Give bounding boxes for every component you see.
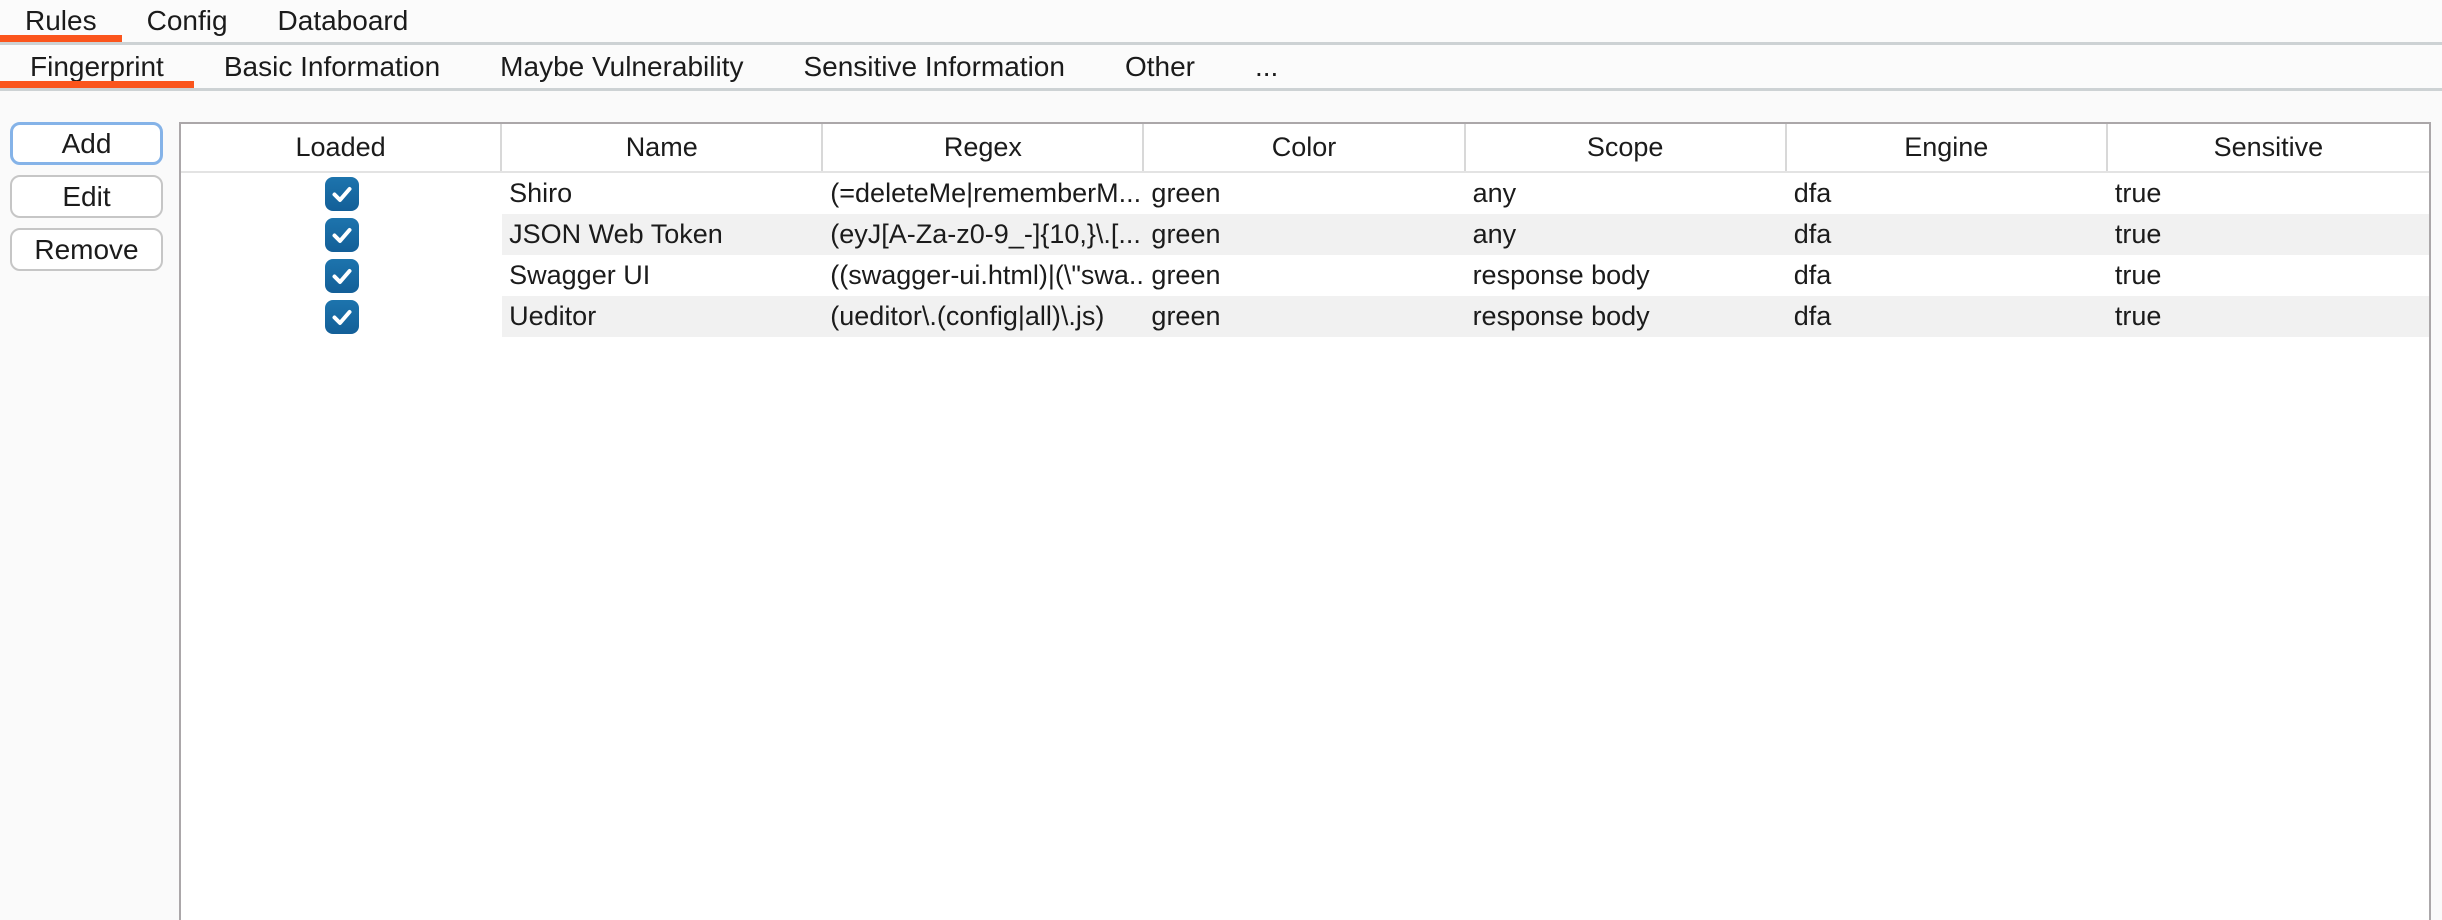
column-header-loaded[interactable]: Loaded (181, 124, 502, 171)
cell-loaded (181, 255, 502, 296)
tab-other[interactable]: Other (1095, 45, 1225, 88)
sub-tab-bar: Fingerprint Basic Information Maybe Vuln… (0, 45, 2442, 91)
cell-engine: dfa (1787, 214, 2108, 255)
column-header-label: Engine (1904, 132, 1988, 163)
cell-engine: dfa (1787, 173, 2108, 214)
column-header-label: Regex (944, 132, 1022, 163)
cell-name: Swagger UI (502, 255, 823, 296)
loaded-checkbox[interactable] (325, 259, 359, 293)
cell-loaded (181, 173, 502, 214)
table-header-row: Loaded Name Regex Color Scope Engine Sen… (181, 124, 2429, 173)
cell-color: green (1144, 214, 1465, 255)
column-header-color[interactable]: Color (1144, 124, 1465, 171)
content-area: Add Edit Remove Loaded Name Regex Color … (0, 91, 2442, 920)
checkmark-icon (330, 305, 354, 329)
column-header-label: Scope (1587, 132, 1664, 163)
loaded-checkbox[interactable] (325, 177, 359, 211)
tab-label: Sensitive Information (803, 53, 1064, 81)
checkmark-icon (330, 264, 354, 288)
action-panel: Add Edit Remove (0, 91, 179, 271)
tab-label: Config (147, 7, 228, 35)
cell-regex: (=deleteMe|rememberM... (823, 173, 1144, 214)
column-header-label: Loaded (296, 132, 386, 163)
cell-sensitive: true (2108, 255, 2429, 296)
tab-label: Basic Information (224, 53, 440, 81)
cell-engine: dfa (1787, 296, 2108, 337)
remove-button[interactable]: Remove (10, 228, 163, 271)
app-root: Rules Config Databoard Fingerprint Basic… (0, 0, 2442, 920)
column-header-scope[interactable]: Scope (1466, 124, 1787, 171)
table-row[interactable]: Ueditor (ueditor\.(config|all)\.js) gree… (181, 296, 2429, 337)
cell-regex: (ueditor\.(config|all)\.js) (823, 296, 1144, 337)
cell-sensitive: true (2108, 214, 2429, 255)
cell-engine: dfa (1787, 255, 2108, 296)
cell-scope: response body (1466, 296, 1787, 337)
tab-label: Other (1125, 53, 1195, 81)
rules-table: Loaded Name Regex Color Scope Engine Sen… (179, 122, 2431, 920)
tab-basic-information[interactable]: Basic Information (194, 45, 470, 88)
checkmark-icon (330, 182, 354, 206)
tab-label: ... (1255, 53, 1278, 81)
cell-sensitive: true (2108, 296, 2429, 337)
cell-regex: (eyJ[A-Za-z0-9_-]{10,}\.[... (823, 214, 1144, 255)
column-header-label: Color (1272, 132, 1337, 163)
table-row[interactable]: JSON Web Token (eyJ[A-Za-z0-9_-]{10,}\.[… (181, 214, 2429, 255)
cell-name: Ueditor (502, 296, 823, 337)
tab-label: Maybe Vulnerability (500, 53, 743, 81)
column-header-sensitive[interactable]: Sensitive (2108, 124, 2429, 171)
column-header-label: Sensitive (2214, 132, 2324, 163)
loaded-checkbox[interactable] (325, 300, 359, 334)
tab-label: Databoard (278, 7, 409, 35)
add-button[interactable]: Add (10, 122, 163, 165)
tab-fingerprint[interactable]: Fingerprint (0, 45, 194, 88)
loaded-checkbox[interactable] (325, 218, 359, 252)
cell-color: green (1144, 173, 1465, 214)
cell-scope: any (1466, 214, 1787, 255)
edit-button[interactable]: Edit (10, 175, 163, 218)
cell-regex: ((swagger-ui.html)|(\"swa... (823, 255, 1144, 296)
tab-rules[interactable]: Rules (0, 0, 122, 42)
column-header-engine[interactable]: Engine (1787, 124, 2108, 171)
table-body: Shiro (=deleteMe|rememberM... green any … (181, 173, 2429, 337)
column-header-regex[interactable]: Regex (823, 124, 1144, 171)
tab-label: Fingerprint (30, 53, 164, 81)
table-row[interactable]: Swagger UI ((swagger-ui.html)|(\"swa... … (181, 255, 2429, 296)
cell-color: green (1144, 255, 1465, 296)
cell-name: JSON Web Token (502, 214, 823, 255)
checkmark-icon (330, 223, 354, 247)
tab-sensitive-information[interactable]: Sensitive Information (773, 45, 1094, 88)
main-tab-bar: Rules Config Databoard (0, 0, 2442, 45)
table-row[interactable]: Shiro (=deleteMe|rememberM... green any … (181, 173, 2429, 214)
cell-sensitive: true (2108, 173, 2429, 214)
column-header-label: Name (626, 132, 698, 163)
tab-config[interactable]: Config (122, 0, 253, 42)
tab-more[interactable]: ... (1225, 45, 1308, 88)
tab-databoard[interactable]: Databoard (253, 0, 434, 42)
cell-scope: response body (1466, 255, 1787, 296)
cell-scope: any (1466, 173, 1787, 214)
column-header-name[interactable]: Name (502, 124, 823, 171)
tab-label: Rules (25, 7, 97, 35)
cell-color: green (1144, 296, 1465, 337)
tab-maybe-vulnerability[interactable]: Maybe Vulnerability (470, 45, 773, 88)
cell-loaded (181, 214, 502, 255)
cell-name: Shiro (502, 173, 823, 214)
cell-loaded (181, 296, 502, 337)
